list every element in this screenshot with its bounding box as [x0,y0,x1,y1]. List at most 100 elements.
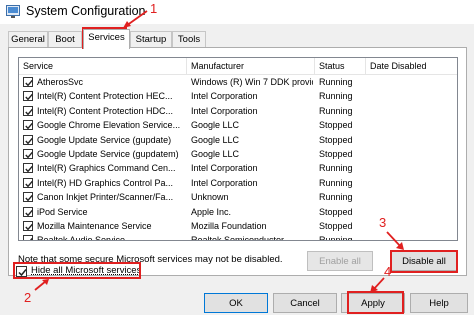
table-row[interactable]: Google Update Service (gupdatem) Google L… [19,147,457,161]
service-checkbox[interactable] [23,148,33,159]
checkmark-icon [30,238,33,240]
date-disabled-cell [370,147,455,161]
status-cell: Running [319,163,353,174]
date-disabled-cell [370,190,455,204]
status-cell: Running [319,235,353,241]
table-row[interactable]: Google Chrome Elevation Service... Google… [19,118,457,132]
tab-tools[interactable]: Tools [172,31,206,48]
date-disabled-cell [370,176,455,190]
annotation-number-1: 1 [150,1,158,16]
service-name-cell: Mozilla Maintenance Service [37,220,152,231]
service-checkbox[interactable] [23,120,33,131]
service-name-cell: Google Chrome Elevation Service... [37,120,181,131]
table-row[interactable]: Intel(R) Content Protection HEC... Intel … [19,89,457,103]
service-name-cell: Google Update Service (gupdate) [37,134,172,145]
service-checkbox[interactable] [23,77,33,87]
service-checkbox[interactable] [23,91,33,102]
checkmark-icon [25,166,33,173]
list-header: Service Manufacturer Status Date Disable… [19,58,457,75]
table-row[interactable]: Intel(R) Graphics Command Cen... Intel Co… [19,161,457,175]
status-cell: Stopped [319,206,353,217]
status-cell: Running [319,91,353,102]
status-cell: Running [319,177,353,188]
checkmark-icon [25,123,33,130]
table-row[interactable]: Intel(R) HD Graphics Control Pa... Intel … [19,176,457,190]
service-name-cell: Google Update Service (gupdatem) [37,148,179,159]
checkmark-icon [25,137,33,144]
date-disabled-cell [370,161,455,175]
service-checkbox[interactable] [23,163,33,174]
checkmark-icon [25,94,33,101]
enable-all-button[interactable]: Enable all [307,251,373,271]
table-row[interactable]: Canon Inkjet Printer/Scanner/Fa... Unknow… [19,190,457,204]
service-name-cell: Intel(R) Graphics Command Cen... [37,163,176,174]
service-checkbox[interactable] [23,220,33,231]
tab-startup[interactable]: Startup [130,31,172,48]
checkmark-icon [25,180,33,188]
annotation-arrow-1 [123,10,148,28]
table-row[interactable]: AtherosSvc Windows (R) Win 7 DDK provider… [19,75,457,89]
column-header-manufacturer[interactable]: Manufacturer [187,58,315,74]
date-disabled-cell [370,233,455,240]
service-checkbox[interactable] [23,177,33,188]
column-header-status[interactable]: Status [315,58,366,74]
checkmark-icon [25,194,33,202]
tab-boot[interactable]: Boot [48,31,82,48]
manufacturer-cell: Intel Corporation [191,91,258,102]
manufacturer-cell: Intel Corporation [191,105,258,116]
checkmark-icon [25,108,33,116]
status-cell: Running [319,105,353,116]
help-button[interactable]: Help [410,293,468,313]
service-name-cell: Realtek Audio Service [37,235,126,241]
service-checkbox[interactable] [23,206,33,217]
checkmark-icon [25,151,33,159]
manufacturer-cell: Google LLC [191,148,240,159]
manufacturer-cell: Windows (R) Win 7 DDK provider [191,77,313,87]
date-disabled-cell [370,75,455,89]
service-checkbox[interactable] [23,192,33,203]
table-row[interactable]: iPod Service Apple Inc. Stopped [19,205,457,219]
manufacturer-cell: Mozilla Foundation [191,220,267,231]
tab-services[interactable]: Services [83,29,130,49]
column-header-date-disabled[interactable]: Date Disabled [366,58,457,74]
status-cell: Stopped [319,220,353,231]
annotation-arrow-2 [34,279,49,291]
table-row[interactable]: Intel(R) Content Protection HDC... Intel … [19,104,457,118]
tab-general[interactable]: General [8,31,48,48]
annotation-number-3: 3 [379,215,387,230]
status-cell: Stopped [319,120,353,131]
date-disabled-cell [370,133,455,147]
manufacturer-cell: Realtek Semiconductor [191,235,285,241]
checkmark-icon [25,209,33,216]
service-checkbox[interactable] [23,235,33,240]
status-cell: Running [319,192,353,203]
title-bar: System Configuration [0,0,474,24]
date-disabled-cell [370,118,455,132]
service-name-cell: AtherosSvc [37,77,84,87]
ok-button[interactable]: OK [204,293,268,313]
service-name-cell: Intel(R) Content Protection HEC... [37,91,173,102]
checkmark-icon [25,79,33,87]
table-row[interactable]: Google Update Service (gupdate) Google LL… [19,133,457,147]
status-cell: Running [319,77,353,87]
annotation-arrow-4 [370,277,385,293]
services-list[interactable]: Service Manufacturer Status Date Disable… [18,57,458,241]
checkmark-icon [25,223,33,231]
manufacturer-cell: Intel Corporation [191,163,258,174]
date-disabled-cell [370,89,455,103]
column-header-service[interactable]: Service [19,58,187,74]
manufacturer-cell: Google LLC [191,134,240,145]
status-cell: Stopped [319,148,353,159]
annotation-number-2: 2 [24,290,32,305]
manufacturer-cell: Intel Corporation [191,177,258,188]
service-checkbox[interactable] [23,105,33,116]
service-checkbox[interactable] [23,134,33,145]
cancel-button[interactable]: Cancel [273,293,337,313]
date-disabled-cell [370,104,455,118]
manufacturer-cell: Apple Inc. [191,206,232,217]
manufacturer-cell: Google LLC [191,120,240,131]
service-name-cell: Intel(R) Content Protection HDC... [37,105,174,116]
annotation-arrow-3 [386,231,404,250]
service-name-cell: iPod Service [37,206,88,217]
service-name-cell: Canon Inkjet Printer/Scanner/Fa... [37,192,174,203]
